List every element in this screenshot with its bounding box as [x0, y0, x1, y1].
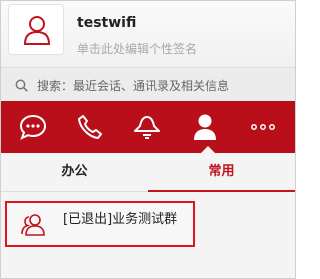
search-icon	[15, 79, 28, 92]
broadcast-icon	[134, 116, 160, 139]
more-icon	[251, 124, 275, 130]
tab-bar: 办公 常用	[1, 153, 295, 192]
search-bar[interactable]: 搜索：最近会话、通讯录及相关信息	[1, 67, 295, 101]
tab-office[interactable]: 办公	[1, 153, 148, 192]
nav-toolbar	[1, 101, 295, 153]
contacts-icon	[194, 114, 216, 140]
group-name: [已退出]业务测试群	[63, 212, 178, 227]
nav-chat[interactable]	[5, 101, 61, 153]
group-icon	[21, 214, 45, 236]
profile-header: testwifi 单击此处编辑个性签名	[1, 1, 295, 67]
list-item[interactable]: [已退出]业务测试群	[5, 201, 195, 247]
username: testwifi	[77, 15, 137, 31]
contacts-panel: testwifi 单击此处编辑个性签名 搜索：最近会话、通讯录及相关信息 办公 …	[0, 0, 296, 279]
search-input[interactable]: 搜索：最近会话、通讯录及相关信息	[37, 77, 229, 94]
nav-contacts[interactable]	[177, 101, 233, 153]
group-list: [已退出]业务测试群	[1, 192, 295, 278]
nav-more[interactable]	[235, 101, 291, 153]
nav-broadcast[interactable]	[119, 101, 175, 153]
chat-icon	[19, 114, 47, 140]
avatar[interactable]	[8, 4, 64, 55]
person-icon	[23, 16, 51, 45]
tab-common[interactable]: 常用	[148, 153, 295, 192]
signature-field[interactable]: 单击此处编辑个性签名	[77, 40, 197, 57]
nav-phone[interactable]	[62, 101, 118, 153]
phone-icon	[78, 115, 102, 139]
